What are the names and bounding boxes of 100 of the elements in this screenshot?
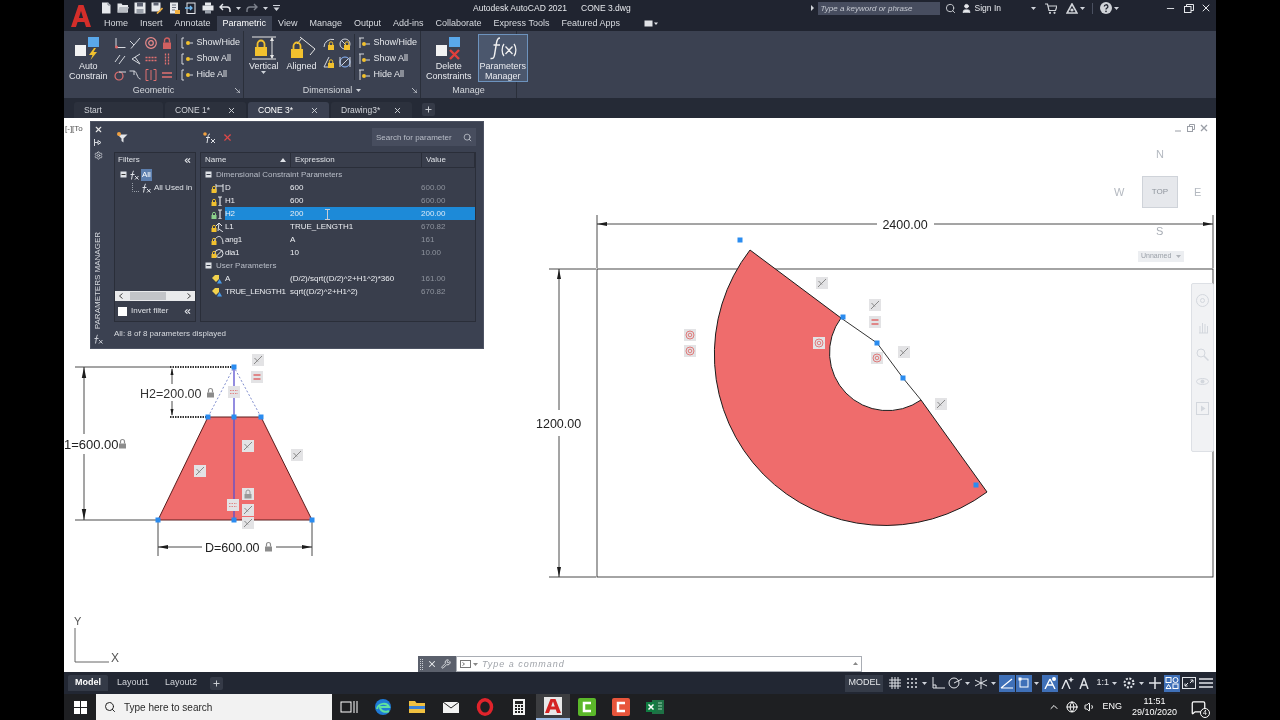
undo-icon[interactable] xyxy=(219,2,231,14)
grip-icon[interactable] xyxy=(973,482,979,488)
parameter-row[interactable]: D 600 600.00 xyxy=(225,181,475,194)
horizontal-scrollbar[interactable] xyxy=(115,291,195,301)
close-icon[interactable] xyxy=(227,105,236,115)
panel-toggle-icon[interactable] xyxy=(643,20,658,27)
save-as-icon[interactable] xyxy=(151,2,163,14)
sort-arrow-icon[interactable] xyxy=(280,158,286,162)
file-tab[interactable]: CONE 3* xyxy=(248,102,329,118)
layout-tab[interactable]: Layout2 xyxy=(158,675,205,691)
grip-icon[interactable] xyxy=(840,314,846,320)
search-icon[interactable] xyxy=(463,132,472,142)
bar-dot-icon[interactable] xyxy=(358,68,371,81)
ribbon-button[interactable]: Aligned xyxy=(284,34,319,82)
parameter-row[interactable]: ang1 A 161 xyxy=(225,233,475,246)
curve-icon[interactable] xyxy=(129,69,142,81)
status-toggle[interactable] xyxy=(887,674,904,692)
ribbon-tab[interactable]: Express Tools xyxy=(487,16,556,31)
parameter-row[interactable]: TRUE_LENGTH1 sqrt((D/2)^2+H1^2) 670.82 xyxy=(225,285,475,298)
toggle-button[interactable]: Show All xyxy=(181,51,240,66)
column-header[interactable]: Value xyxy=(422,153,475,167)
export-icon[interactable] xyxy=(185,2,197,14)
collapse-icon[interactable] xyxy=(183,306,192,316)
file-tab[interactable]: CONE 1* xyxy=(165,102,246,118)
angle-lock-icon[interactable] xyxy=(322,56,335,68)
grip-icon[interactable] xyxy=(231,517,237,523)
add-layout-button[interactable] xyxy=(210,676,224,690)
collapse-box-icon[interactable] xyxy=(205,262,212,269)
print-icon[interactable] xyxy=(202,2,214,14)
wrench-icon[interactable] xyxy=(441,659,451,669)
language-indicator[interactable]: ENG xyxy=(1102,700,1122,714)
scroll-left-icon[interactable] xyxy=(119,293,123,299)
toggle-button[interactable]: Show/Hide xyxy=(181,35,240,50)
clock-time[interactable]: 11:51 xyxy=(1143,696,1166,707)
ribbon-button[interactable]: Delete Constraints xyxy=(424,34,474,82)
ribbon-button[interactable]: Vertical xyxy=(247,34,281,82)
taskbar-search-field[interactable]: Type here to search xyxy=(96,694,332,720)
status-toggle[interactable] xyxy=(1042,674,1059,692)
parameter-row[interactable]: A (D/2)/sqrt((D/2)^2+H1^2)*360 161.00 xyxy=(225,272,475,285)
bar-dot-icon[interactable] xyxy=(358,52,371,65)
status-toggle[interactable] xyxy=(1181,674,1197,692)
grip-dots-icon[interactable] xyxy=(420,658,423,670)
collapse-box-icon[interactable] xyxy=(205,171,212,178)
launcher-icon[interactable] xyxy=(412,88,417,93)
close-icon[interactable] xyxy=(93,125,103,134)
ribbon-button[interactable]: Parameters Manager xyxy=(477,34,529,82)
restore-icon[interactable] xyxy=(1184,3,1194,13)
grip-icon[interactable] xyxy=(874,340,880,346)
status-toggle[interactable] xyxy=(930,674,947,692)
angle-icon[interactable] xyxy=(129,53,142,65)
cart-icon[interactable] xyxy=(1045,2,1057,14)
model-space-button[interactable]: MODEL xyxy=(845,674,884,692)
search-icon[interactable] xyxy=(944,2,956,14)
bracket-dot-icon[interactable] xyxy=(181,36,194,49)
ribbon-tab[interactable]: Featured Apps xyxy=(555,16,626,31)
prompt-icon[interactable] xyxy=(460,660,471,668)
bar-arrow-icon[interactable] xyxy=(94,139,102,146)
annotation-scale-button[interactable]: 1:1 xyxy=(1093,674,1120,692)
ribbon-tab[interactable]: Parametric xyxy=(216,16,273,31)
parameter-row[interactable]: H1 600 600.00 xyxy=(225,194,475,207)
file-tab[interactable]: Start xyxy=(74,102,163,118)
viewport-label[interactable]: [-][To xyxy=(65,123,83,135)
parameter-row[interactable]: L1 TRUE_LENGTH1 670.82 xyxy=(225,220,475,233)
parameter-row[interactable]: dia1 10 10.00 xyxy=(225,246,475,259)
filter-item[interactable]: All xyxy=(141,168,152,181)
lock-icon[interactable] xyxy=(160,37,173,49)
grip-icon[interactable] xyxy=(155,517,161,523)
arc-lock-icon[interactable] xyxy=(322,38,335,50)
redo-icon[interactable] xyxy=(246,2,258,14)
status-toggle[interactable] xyxy=(1147,674,1163,692)
bar-dot-icon[interactable] xyxy=(358,36,371,49)
circle-lock-icon[interactable] xyxy=(338,38,351,50)
new-tab-button[interactable] xyxy=(422,103,435,116)
logo-icon[interactable] xyxy=(71,4,91,27)
ribbon-tab[interactable]: Add-ins xyxy=(387,16,430,31)
ribbon-tab[interactable]: View xyxy=(272,16,304,31)
close-icon[interactable] xyxy=(1200,2,1212,14)
status-toggle[interactable] xyxy=(1016,674,1033,692)
scroll-right-icon[interactable] xyxy=(187,293,191,299)
grip-icon[interactable] xyxy=(231,364,237,370)
parallel-lines-icon[interactable] xyxy=(113,53,126,65)
triangle-icon[interactable] xyxy=(1066,2,1078,14)
grip-icon[interactable] xyxy=(900,375,906,381)
brackets-icon[interactable] xyxy=(145,69,157,81)
layout-tab[interactable]: Layout1 xyxy=(110,675,157,691)
toggle-button[interactable]: Show/Hide xyxy=(358,35,417,50)
ribbon-tab[interactable]: Output xyxy=(347,16,387,31)
status-toggle[interactable] xyxy=(999,674,1016,692)
corner-icon[interactable] xyxy=(113,37,126,49)
command-input[interactable]: Type a command xyxy=(456,656,862,672)
launcher-icon[interactable] xyxy=(235,88,240,93)
grip-icon[interactable] xyxy=(309,517,315,523)
sign-in-button[interactable]: Sign In xyxy=(960,1,1001,15)
toggle-button[interactable]: Hide All xyxy=(358,67,417,82)
gear-icon[interactable] xyxy=(93,151,103,160)
status-toggle[interactable] xyxy=(947,674,964,692)
bracket-dot-icon[interactable] xyxy=(181,68,194,81)
layout-tab[interactable]: Model xyxy=(68,675,108,691)
clock-date[interactable]: 29/10/2020 xyxy=(1131,707,1177,718)
folder-icon[interactable] xyxy=(117,2,129,14)
